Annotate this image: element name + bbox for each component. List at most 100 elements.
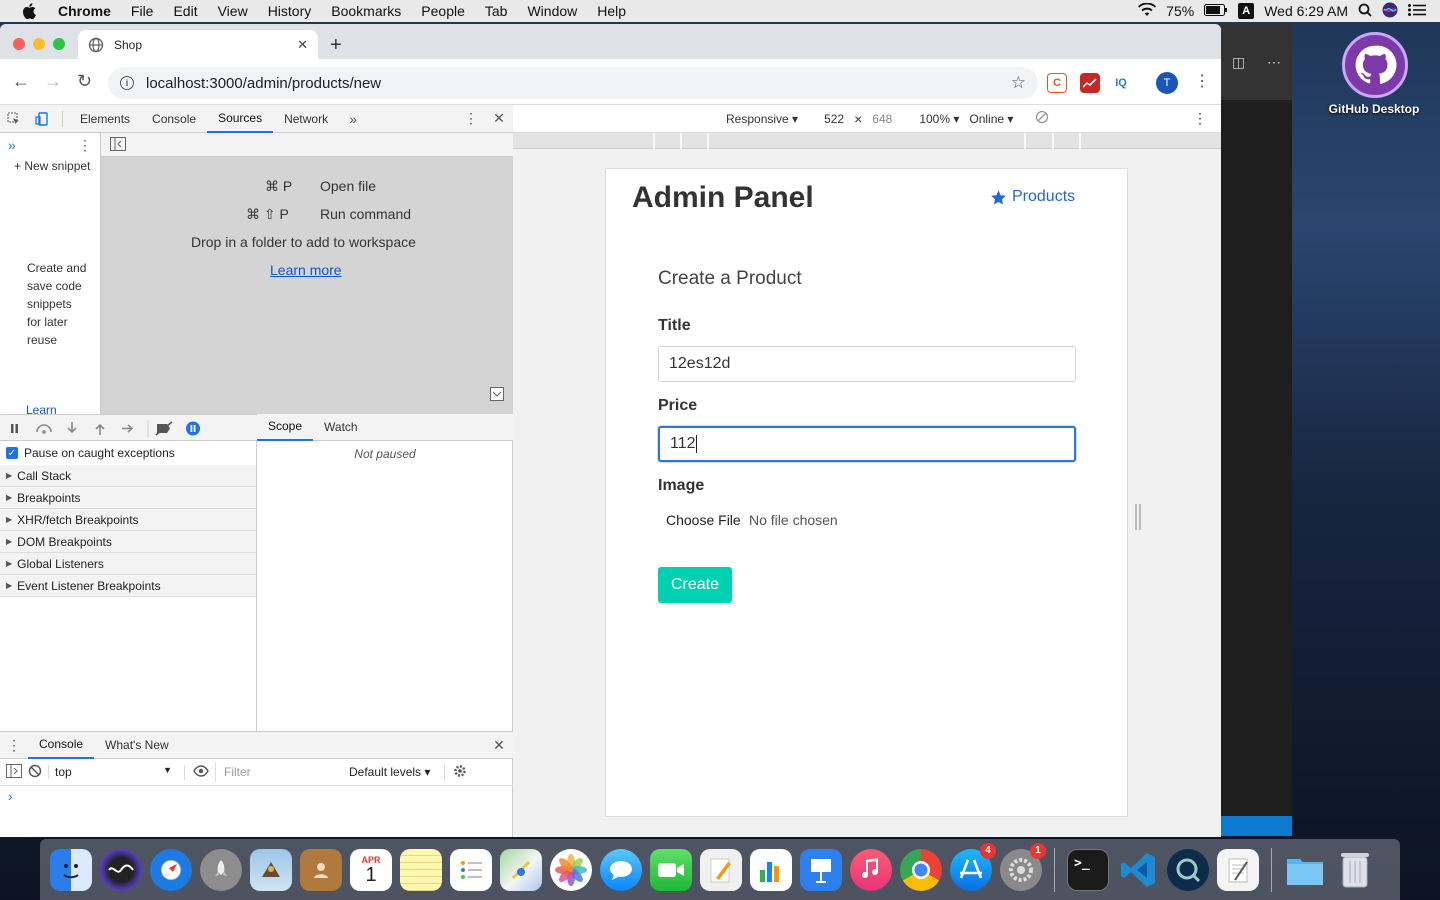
pane-global-listeners[interactable]: ▶ Global Listeners [0,553,256,575]
zoom-select[interactable]: 100% ▾ [919,112,959,126]
menu-bookmarks[interactable]: Bookmarks [321,3,411,19]
siri-icon[interactable] [1382,2,1398,21]
toggle-debugger-icon[interactable] [490,387,504,404]
drawer-tab-console[interactable]: Console [28,731,95,759]
numbers-icon[interactable] [750,848,792,891]
device-toolbar-menu-icon[interactable]: ⋮ [1193,110,1207,127]
nav-products-link[interactable]: Products [990,188,1075,206]
inspect-element-icon[interactable] [0,105,28,133]
extension-chart-icon[interactable] [1080,73,1100,93]
pane-event-listener-breakpoints[interactable]: ▶ Event Listener Breakpoints [0,575,256,597]
github-desktop-icon[interactable] [1342,32,1408,98]
menu-tab[interactable]: Tab [475,3,518,19]
keynote-icon[interactable] [800,848,842,891]
viewport-height-input[interactable]: 648 [872,112,892,126]
quicktime-icon[interactable] [1167,848,1209,891]
tab-scope[interactable]: Scope [257,413,314,441]
tab-network[interactable]: Network [273,105,339,133]
vscode-icon[interactable] [1117,849,1159,891]
bookmark-star-icon[interactable]: ☆ [1011,73,1026,93]
new-snippet-button[interactable]: + New snippet [0,157,100,173]
messages-icon[interactable] [600,848,642,891]
menu-file[interactable]: File [121,3,164,19]
url-text[interactable]: localhost:3000/admin/products/new [146,75,381,92]
reminders-icon[interactable] [450,848,492,891]
console-sidebar-icon[interactable] [6,763,22,781]
drawer-menu-icon[interactable]: ⋮ [0,731,28,759]
maps-icon[interactable] [500,848,542,891]
learn-more-link[interactable]: Learn more [270,262,342,278]
choose-file-button[interactable]: Choose File [666,512,741,528]
calendar-icon[interactable]: APR 1 [350,848,392,891]
menu-people[interactable]: People [411,3,475,19]
downloads-folder-icon[interactable] [1284,849,1326,891]
tab-watch[interactable]: Watch [313,413,369,441]
zoom-window-button[interactable] [53,38,65,50]
toggle-navigator-icon[interactable] [110,137,126,154]
facetime-icon[interactable] [650,848,692,891]
device-select[interactable]: Responsive ▾ [726,112,798,126]
pane-dom-breakpoints[interactable]: ▶ DOM Breakpoints [0,531,256,553]
menu-history[interactable]: History [258,3,322,19]
chrome-dock-icon[interactable] [900,848,942,891]
tab-shop[interactable]: Shop ✕ [78,30,318,59]
minimize-window-button[interactable] [33,38,45,50]
reload-icon[interactable]: ↻ [77,71,92,92]
menu-app-name[interactable]: Chrome [50,3,121,19]
menu-clock[interactable]: Wed 6:29 AM [1264,3,1348,19]
devtools-menu-icon[interactable]: ⋮ [457,105,485,133]
back-icon[interactable]: ← [12,71,30,92]
menu-edit[interactable]: Edit [163,3,207,19]
tab-elements[interactable]: Elements [69,105,141,133]
photos-icon[interactable] [550,848,592,891]
more-icon[interactable]: ⋯ [1267,54,1281,71]
resize-handle-right[interactable] [1135,504,1141,530]
more-tabs-icon[interactable]: » [339,105,367,133]
pause-on-caught-checkbox[interactable]: ✓ [6,447,18,459]
new-tab-button[interactable]: + [330,34,342,57]
network-throttle-select[interactable]: Online ▾ [969,112,1013,126]
close-drawer-icon[interactable]: ✕ [485,731,513,759]
apple-icon[interactable] [20,2,38,20]
forward-icon[interactable]: → [44,71,62,92]
drawer-tab-whats-new[interactable]: What's New [94,731,180,759]
menu-view[interactable]: View [208,3,258,19]
input-source-icon[interactable]: A [1238,3,1255,19]
navigator-menu-icon[interactable]: ⋮ [78,137,92,154]
device-toggle-icon[interactable] [28,105,56,133]
viewport-width-input[interactable]: 522 [824,112,844,126]
console-filter-input[interactable]: Filter [215,762,335,782]
tab-sources[interactable]: Sources [207,105,274,133]
notes-icon[interactable] [400,848,442,891]
app-store-icon[interactable]: 4 [950,842,996,891]
address-bar[interactable]: i localhost:3000/admin/products/new ☆ [108,67,1038,99]
itunes-icon[interactable] [850,848,892,891]
site-info-icon[interactable]: i [120,76,134,90]
system-preferences-icon[interactable]: 1 [1000,842,1046,891]
price-input[interactable]: 112 [658,426,1076,462]
close-devtools-icon[interactable]: ✕ [485,105,513,133]
close-window-button[interactable] [13,38,25,50]
menu-window[interactable]: Window [517,3,587,19]
notification-center-icon[interactable] [1408,3,1426,19]
pane-call-stack[interactable]: ▶ Call Stack [0,465,256,487]
live-expression-eye-icon[interactable] [184,764,209,780]
pages-icon[interactable] [700,848,742,891]
trash-icon[interactable] [1334,849,1376,891]
pause-on-caught-row[interactable]: ✓ Pause on caught exceptions [0,441,256,465]
log-levels-select[interactable]: Default levels ▾ [341,765,438,779]
split-editor-icon[interactable]: ◫ [1232,54,1245,71]
pane-xhr-breakpoints[interactable]: ▶ XHR/fetch Breakpoints [0,509,256,531]
siri-dock-icon[interactable] [100,848,142,891]
preview-icon[interactable] [250,848,292,891]
launchpad-icon[interactable] [200,848,242,891]
profile-avatar[interactable]: T [1156,72,1178,94]
menu-help[interactable]: Help [587,3,636,19]
clear-console-icon[interactable] [28,764,42,781]
safari-icon[interactable] [150,848,192,891]
context-select[interactable]: top ▼ [48,765,178,779]
extension-c-icon[interactable]: C [1047,73,1067,93]
github-desktop-label[interactable]: GitHub Desktop [1310,102,1438,116]
debugger-controls-icon[interactable] [0,415,210,442]
title-input[interactable]: 12es12d [658,346,1076,382]
